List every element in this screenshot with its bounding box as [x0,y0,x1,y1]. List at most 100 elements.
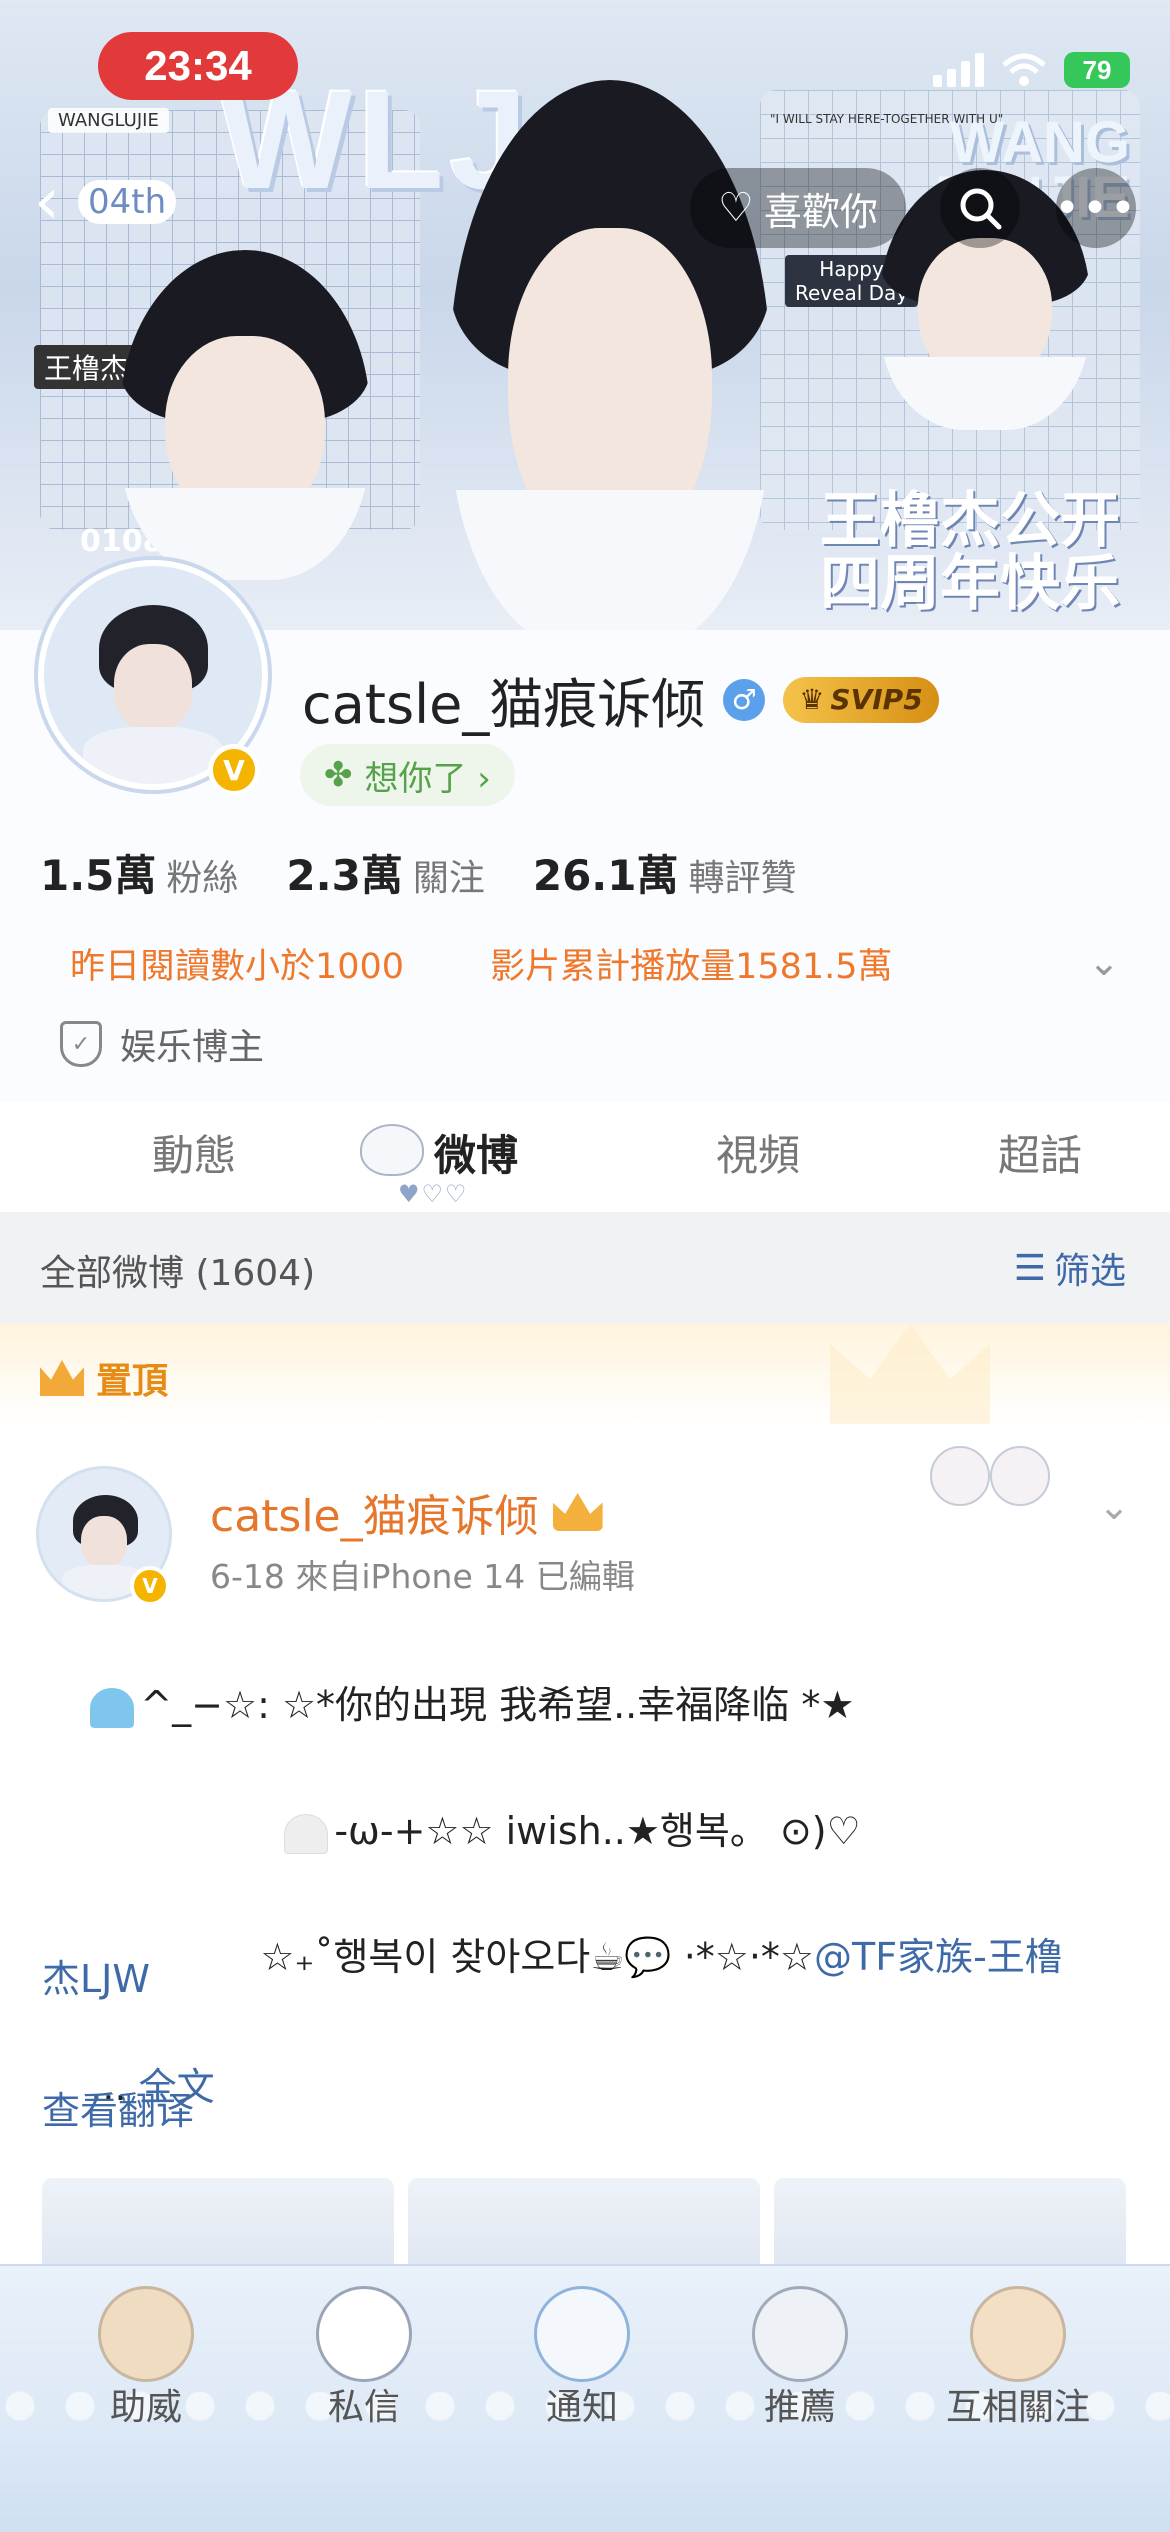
post-line-1: ^_−☆: ☆*你的出現 我希望..幸福降临 *★ [42,1630,854,1773]
nav-notifications-label: 通知 [545,2387,618,2428]
like-button-label: 喜歡你 [763,189,878,234]
stat-followers-label: 粉絲 [166,858,239,899]
back-icon[interactable]: ‹ [34,170,74,234]
vip-crown-icon [552,1493,603,1531]
bear-doll-icon [970,2286,1066,2382]
translate-link[interactable]: 查看翻译 [42,2080,194,2135]
nav-mutual-follow-label: 互相關注 [945,2387,1090,2428]
post-author-row: catsle_猫痕诉倾 [210,1480,603,1544]
banner-portrait-left [120,250,370,580]
pinned-label-row: 置頂 [40,1352,168,1404]
svip-label: SVIP5 [830,683,923,716]
tab-supertopic[interactable]: 超話 [998,1122,1082,1183]
highlight-reads[interactable]: 昨日閱讀數小於1000 [70,938,404,989]
stat-interactions[interactable]: 26.1萬 轉評贊 [533,842,797,903]
filter-bar: 全部微博 (1604) ☰ 筛选 [0,1212,1170,1324]
nav-cheer[interactable]: 助威 [46,2286,246,2430]
status-icons: 79 [933,52,1130,88]
pinned-header: 置頂 [0,1324,1170,1424]
stat-interactions-num: 26.1萬 [532,851,679,900]
white-heart-icon [284,1813,329,1854]
svip-badge[interactable]: ♛ SVIP5 [783,676,939,723]
stat-following-num: 2.3萬 [286,851,403,900]
stat-followers-num: 1.5萬 [40,851,157,900]
more-dots-icon: ••• [1054,182,1138,234]
more-button[interactable]: ••• [1054,168,1138,248]
chevron-down-icon[interactable]: ⌄ [1088,940,1128,984]
profile-username-row: catsle_猫痕诉倾 ♂ ♛ SVIP5 [302,660,939,739]
blue-heart-icon [90,1687,135,1728]
tab-dynamics[interactable]: 動態 [152,1122,236,1183]
filter-button-label: 筛选 [1053,1251,1126,1292]
role-label: 娱乐博主 [120,1027,265,1068]
cellular-signal-icon [933,53,984,87]
nav-recommend-label: 推薦 [763,2387,836,2428]
tab-video[interactable]: 視頻 [716,1122,800,1183]
stat-following[interactable]: 2.3萬 關注 [286,842,484,903]
stat-interactions-label: 轉評贊 [688,858,797,899]
highlight-video-plays[interactable]: 影片累計播放量1581.5萬 [490,938,892,989]
hand-heart-icon: ♡ [718,185,754,231]
profile-stats: 1.5萬 粉絲 2.3萬 關注 26.1萬 轉評贊 [40,842,797,903]
nav-messages[interactable]: 私信 [264,2286,464,2430]
sticker-icon [752,2286,848,2382]
bottom-nav: 助威 私信 通知 推薦 互相關注 [0,2264,1170,2532]
post-mention[interactable]: @TF家族-王橹 [814,1935,1063,1979]
stat-following-label: 關注 [412,858,485,899]
bear-icon [98,2286,194,2382]
post-author[interactable]: catsle_猫痕诉倾 [210,1480,539,1544]
nav-notifications[interactable]: 通知 [482,2286,682,2430]
crown-icon [40,1360,84,1396]
profile-banner: WLJ WANG JUNJIE WANGLUJIE 04th 王橹杰 0108 … [0,0,1170,640]
post-menu-chevron-icon[interactable]: ⌄ [1098,1484,1130,1528]
active-tab-indicator: ♥♡♡ [398,1180,469,1208]
post-image[interactable] [774,2178,1126,2278]
post-image-grid [42,2178,1126,2278]
profile-highlights: 昨日閱讀數小於1000 影片累計播放量1581.5萬 [70,938,893,989]
post-meta: 6-18 來自iPhone 14 已編輯 [210,1557,635,1596]
profile-tabs: 動態 微博 視頻 超話 [0,1102,1170,1212]
post-mention-continued[interactable]: 杰LJW [42,1948,150,2003]
post-line-3: ☆₊˚행복이 찾아오다☕💬 ‧*☆‧*☆@TF家族-王橹 [260,1935,1063,1979]
shield-check-icon: ✓ [60,1021,102,1067]
nav-cheer-label: 助威 [109,2387,182,2428]
post-line-2: -ω-+☆☆ iwish..★행복。 ⊙)♡ [236,1756,861,1899]
sort-icon: ☰ [1013,1247,1046,1289]
wifi-icon [1002,53,1046,87]
banner-tag-04th: 04th [78,180,177,224]
profile-username: catsle_猫痕诉倾 [302,673,706,736]
cat-sticker-icon [360,1124,424,1176]
filter-title: 全部微博 (1604) [40,1253,316,1294]
stat-followers[interactable]: 1.5萬 粉絲 [40,842,238,903]
post-image[interactable] [42,2178,394,2278]
crown-decoration [830,1324,990,1424]
banner-slogan: "I WILL STAY HERE-TOGETHER WITH U" [770,112,1004,126]
filter-button[interactable]: ☰ 筛选 [1014,1242,1126,1294]
banner-tag-wanglujie: WANGLUJIE [48,108,169,133]
nav-recommend[interactable]: 推薦 [700,2286,900,2430]
verified-badge: V [208,744,260,796]
search-button[interactable] [940,168,1020,248]
nav-mutual-follow[interactable]: 互相關注 [918,2286,1118,2430]
nav-messages-label: 私信 [327,2387,400,2428]
mood-status-button[interactable]: ✤ 想你了 › [300,744,515,806]
banner-anniversary-text: 王橹杰公开 四周年快乐 [820,486,1120,619]
tab-weibo[interactable]: 微博 [434,1122,518,1183]
male-icon: ♂ [723,678,766,721]
banner-portrait-center [450,80,770,640]
search-icon [960,188,1002,230]
clover-icon: ✤ [324,755,353,795]
mood-label: 想你了 › [364,758,491,799]
pinned-post[interactable]: V catsle_猫痕诉倾 6-18 來自iPhone 14 已編輯 ⌄ ^_−… [0,1424,1170,2278]
like-button[interactable]: ♡ 喜歡你 [690,168,906,248]
profile-role: ✓ 娱乐博主 [60,1018,264,1070]
pinned-label: 置頂 [96,1361,169,1402]
kitten-bow-icon [534,2286,630,2382]
bear-stickers-decoration [930,1436,1070,1516]
status-time: 23:34 [98,32,298,100]
crown-icon: ♛ [799,683,825,716]
post-verified-badge: V [130,1566,170,1606]
cat-icon [316,2286,412,2382]
post-image[interactable] [408,2178,760,2278]
battery-icon: 79 [1064,52,1130,88]
